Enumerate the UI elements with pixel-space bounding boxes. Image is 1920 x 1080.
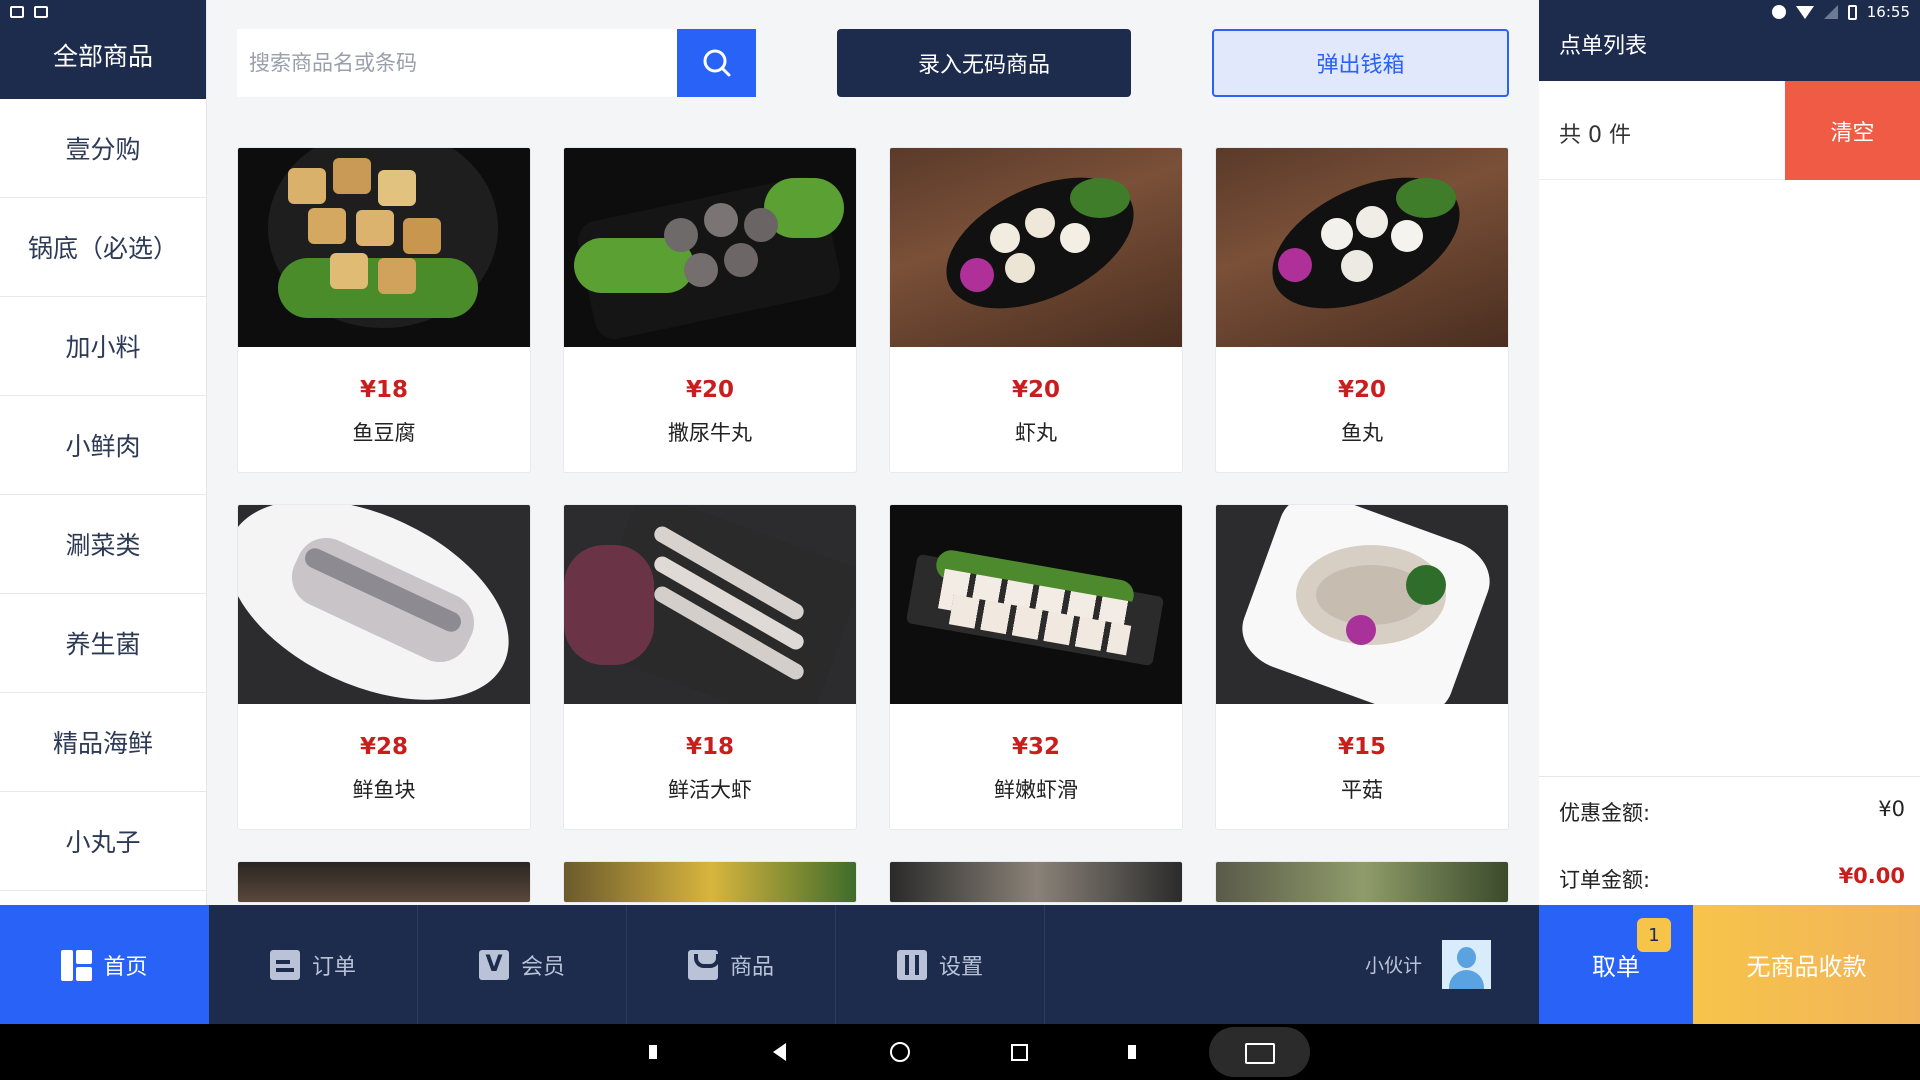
take-order-badge: 1: [1637, 918, 1671, 952]
category-item[interactable]: 加小料: [0, 297, 206, 396]
product-image: [1216, 505, 1508, 704]
product-card[interactable]: ¥20 鱼丸: [1215, 147, 1509, 473]
nav-label: 设置: [938, 954, 983, 980]
volume-up-icon[interactable]: [1128, 1045, 1146, 1059]
product-image: [238, 862, 530, 902]
product-price: ¥18: [685, 734, 734, 760]
category-item[interactable]: 小丸子: [0, 792, 206, 891]
product-price: ¥15: [1337, 734, 1386, 760]
search-bar: [237, 29, 756, 97]
discount-value: ¥0: [1878, 797, 1905, 821]
product-image: [564, 148, 856, 347]
category-sidebar: 全部商品 壹分购 锅底（必选） 加小料 小鲜肉 涮菜类 养生菌 精品海鲜 小丸子: [0, 0, 207, 905]
product-card[interactable]: ¥28 鲜鱼块: [237, 504, 531, 830]
search-button[interactable]: [677, 29, 756, 97]
home-icon: [61, 949, 93, 981]
nav-members[interactable]: V 会员: [418, 905, 627, 1024]
category-item[interactable]: 精品海鲜: [0, 693, 206, 792]
settings-icon: [896, 949, 927, 980]
discount-label: 优惠金额:: [1559, 801, 1651, 825]
product-card[interactable]: ¥20 虾丸: [889, 147, 1183, 473]
product-image: [564, 862, 856, 902]
category-item[interactable]: 小鲜肉: [0, 396, 206, 495]
product-image: [238, 148, 530, 347]
product-image: [890, 148, 1182, 347]
staff-name: 小伙计: [1365, 955, 1423, 977]
product-image: [1216, 862, 1508, 902]
product-price: ¥20: [685, 377, 734, 403]
category-item[interactable]: 养生菌: [0, 594, 206, 693]
no-goods-pay-button[interactable]: 无商品收款: [1693, 905, 1920, 1024]
nav-label: 商品: [729, 954, 774, 980]
product-card[interactable]: [1215, 861, 1509, 903]
order-panel-title: 点单列表: [1539, 0, 1920, 81]
product-grid: ¥18 鱼豆腐 ¥20 撒尿牛丸 ¥20 虾丸 ¥20 鱼丸 ¥28 鲜鱼块 ¥…: [237, 147, 1509, 903]
take-order-label: 取单: [1592, 953, 1640, 981]
nav-settings[interactable]: 设置: [836, 905, 1045, 1024]
search-input[interactable]: [237, 29, 677, 97]
order-panel: 点单列表 共 0 件 清空 优惠金额: ¥0 订单金额: ¥0.00: [1539, 0, 1920, 905]
product-image: [1216, 148, 1508, 347]
order-item-count: 共 0 件: [1559, 123, 1631, 148]
nav-orders[interactable]: 订单: [209, 905, 418, 1024]
product-name: 鲜嫩虾滑: [994, 778, 1078, 802]
category-all[interactable]: 全部商品: [0, 0, 206, 99]
total-label: 订单金额:: [1559, 868, 1651, 892]
home-circle-icon[interactable]: [890, 1042, 910, 1062]
category-item[interactable]: 壹分购: [0, 99, 206, 198]
goods-icon: [687, 949, 720, 980]
nav-home[interactable]: 首页: [0, 905, 209, 1024]
product-card[interactable]: ¥32 鲜嫩虾滑: [889, 504, 1183, 830]
product-name: 平菇: [1341, 778, 1383, 802]
bottom-nav: 首页 订单 V 会员 商品 设置 小伙计 取单 1 无商品收款: [0, 905, 1920, 1024]
product-area: 录入无码商品 弹出钱箱 ¥18 鱼豆腐: [207, 0, 1539, 905]
product-price: ¥18: [359, 377, 408, 403]
product-name: 鲜鱼块: [352, 778, 416, 802]
product-image: [890, 862, 1182, 902]
search-icon: [703, 49, 730, 77]
nav-label: 订单: [311, 954, 356, 980]
product-card[interactable]: ¥20 撒尿牛丸: [563, 147, 857, 473]
product-price: ¥20: [1337, 377, 1386, 403]
product-name: 鲜活大虾: [668, 778, 752, 802]
take-order-button[interactable]: 取单 1: [1539, 905, 1693, 1024]
product-card[interactable]: [889, 861, 1183, 903]
open-cash-drawer-button[interactable]: 弹出钱箱: [1212, 29, 1509, 97]
product-name: 鱼丸: [1341, 421, 1383, 445]
total-value: ¥0.00: [1838, 864, 1905, 888]
product-price: ¥32: [1011, 734, 1060, 760]
product-price: ¥20: [1011, 377, 1060, 403]
product-card[interactable]: ¥15 平菇: [1215, 504, 1509, 830]
product-card[interactable]: ¥18 鲜活大虾: [563, 504, 857, 830]
product-card[interactable]: [237, 861, 531, 903]
product-image: [238, 505, 530, 704]
category-item[interactable]: 锅底（必选）: [0, 198, 206, 297]
screenshot-icon[interactable]: [1209, 1027, 1310, 1077]
enter-no-code-item-button[interactable]: 录入无码商品: [837, 29, 1131, 97]
clear-order-button[interactable]: 清空: [1785, 81, 1920, 180]
category-item[interactable]: 涮菜类: [0, 495, 206, 594]
product-price: ¥28: [359, 734, 408, 760]
nav-label: 首页: [103, 954, 148, 980]
product-image: [564, 505, 856, 704]
avatar: [1442, 940, 1492, 989]
product-card[interactable]: ¥18 鱼豆腐: [237, 147, 531, 473]
nav-goods[interactable]: 商品: [627, 905, 836, 1024]
system-nav-bar: [0, 1024, 1920, 1080]
product-card[interactable]: [563, 861, 857, 903]
product-name: 撒尿牛丸: [668, 421, 752, 445]
product-name: 鱼豆腐: [352, 421, 416, 445]
staff-user[interactable]: 小伙计: [1365, 905, 1492, 1024]
member-icon: V: [478, 949, 509, 980]
order-summary: 优惠金额: ¥0 订单金额: ¥0.00: [1539, 776, 1920, 905]
back-icon[interactable]: [773, 1043, 786, 1061]
product-image: [890, 505, 1182, 704]
recents-icon[interactable]: [1011, 1044, 1028, 1061]
order-icon: [269, 949, 300, 980]
product-name: 虾丸: [1015, 421, 1057, 445]
nav-label: 会员: [520, 954, 565, 980]
order-count-row: 共 0 件 清空: [1539, 81, 1920, 180]
volume-down-icon[interactable]: [649, 1045, 667, 1059]
